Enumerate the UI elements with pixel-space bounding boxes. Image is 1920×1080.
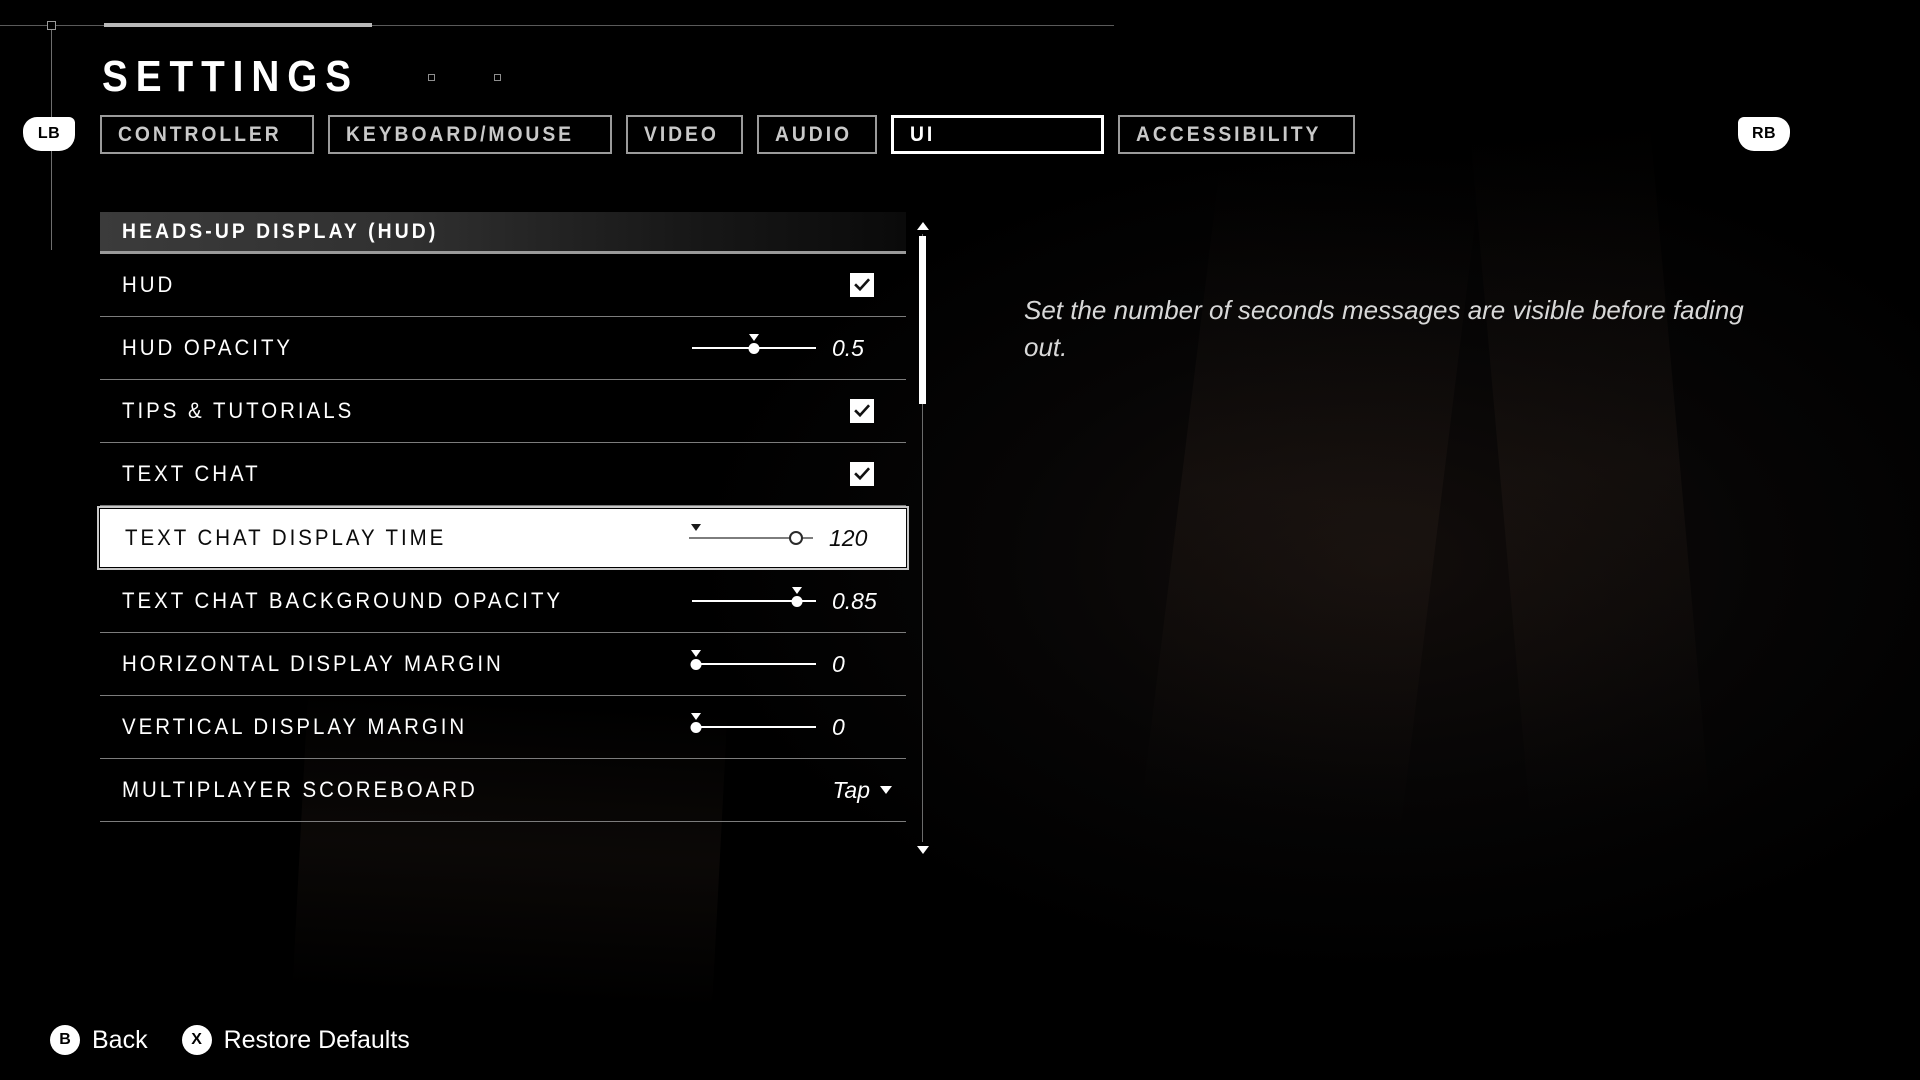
slider-value: 0 (832, 650, 845, 677)
tab-label: KEYBOARD/MOUSE (345, 122, 574, 146)
decorative-progress-line (104, 23, 372, 27)
scroll-down-arrow-icon[interactable] (917, 846, 929, 854)
scrollbar-thumb[interactable] (919, 236, 926, 404)
background-texture (1141, 166, 1479, 834)
checkbox-tips-tutorials[interactable] (850, 399, 874, 423)
tab-label: AUDIO (775, 122, 852, 146)
setting-row-label: TIPS & TUTORIALS (122, 398, 355, 423)
slider-knob[interactable] (791, 596, 803, 607)
bumper-left-button[interactable]: LB (23, 117, 75, 151)
setting-row-vertical-display-margin[interactable]: VERTICAL DISPLAY MARGIN 0 (100, 696, 906, 759)
decorative-node-marker (47, 21, 56, 30)
tab-label: CONTROLLER (118, 122, 282, 146)
slider-tick-indicator-icon (690, 713, 701, 720)
setting-row-control (850, 273, 896, 297)
decorative-square-icon (494, 74, 501, 81)
slider-horizontal-display-margin[interactable] (690, 650, 816, 677)
settings-rows: HUD HUD OPACITY 0.5 TIPS & TUTORIALS TEXT CH… (97, 254, 909, 822)
bumper-right-label: RB (1751, 125, 1777, 142)
footer-action-label: Back (92, 1025, 148, 1054)
setting-row-hud-opacity[interactable]: HUD OPACITY 0.5 (100, 317, 906, 380)
slider-tick-indicator-icon (691, 524, 702, 531)
setting-row-label: VERTICAL DISPLAY MARGIN (122, 714, 468, 739)
slider-tick-indicator-icon (690, 650, 701, 657)
setting-row-label: TEXT CHAT BACKGROUND OPACITY (122, 588, 564, 613)
tab-controller[interactable]: CONTROLLER (100, 115, 314, 154)
footer-action-back[interactable]: B Back (50, 1025, 148, 1055)
slider-text-chat-display-time[interactable] (689, 524, 813, 551)
setting-row-label: HORIZONTAL DISPLAY MARGIN (122, 651, 504, 676)
settings-list-panel: HEADS-UP DISPLAY (HUD) HUD HUD OPACITY 0.5… (97, 212, 909, 822)
checkbox-text-chat[interactable] (850, 462, 874, 486)
setting-row-hud[interactable]: HUD (100, 254, 906, 317)
dropdown-value: Tap (832, 776, 870, 803)
settings-scrollbar[interactable] (915, 222, 929, 854)
check-icon (854, 467, 871, 481)
slider-tick-indicator-icon (749, 334, 759, 341)
setting-row-control: 120 (689, 524, 893, 552)
slider-value: 0.5 (832, 334, 864, 361)
setting-row-label: TEXT CHAT DISPLAY TIME (125, 525, 447, 550)
footer-action-restore-defaults[interactable]: X Restore Defaults (181, 1025, 410, 1055)
tab-label: VIDEO (643, 122, 719, 146)
dropdown-multiplayer-scoreboard[interactable]: Tap (832, 777, 892, 804)
bumper-left-label: LB (37, 125, 61, 142)
tab-accessibility[interactable]: ACCESSIBILITY (1117, 115, 1356, 154)
slider-knob[interactable] (748, 343, 760, 354)
tab-label: ACCESSIBILITY (1135, 122, 1322, 146)
slider-knob[interactable] (690, 722, 702, 733)
setting-row-text-chat-background-opacity[interactable]: TEXT CHAT BACKGROUND OPACITY 0.85 (100, 570, 906, 633)
settings-tab-bar: CONTROLLER KEYBOARD/MOUSE VIDEO AUDIO UI ACCE… (100, 115, 1356, 154)
setting-row-label: HUD OPACITY (122, 335, 294, 360)
footer-actions: B Back X Restore Defaults (50, 1025, 410, 1055)
slider-hud-opacity[interactable] (692, 334, 816, 361)
check-icon (854, 404, 871, 418)
setting-row-control: 0 (690, 650, 896, 678)
setting-row-text-chat-display-time[interactable]: TEXT CHAT DISPLAY TIME 120 (97, 506, 909, 570)
slider-track[interactable] (692, 726, 816, 728)
tab-audio[interactable]: AUDIO (757, 115, 877, 154)
tab-label: UI (909, 122, 935, 146)
setting-row-label: MULTIPLAYER SCOREBOARD (122, 777, 478, 802)
tab-video[interactable]: VIDEO (625, 115, 744, 154)
slider-vertical-display-margin[interactable] (690, 713, 816, 740)
setting-row-control: 0.5 (692, 334, 896, 362)
setting-row-control (850, 462, 896, 486)
setting-row-multiplayer-scoreboard[interactable]: MULTIPLAYER SCOREBOARD Tap (100, 759, 906, 822)
setting-row-control: 0 (690, 713, 896, 741)
button-glyph-x-icon: X (181, 1025, 212, 1055)
button-glyph-b-icon: B (50, 1025, 80, 1055)
group-header-label: HEADS-UP DISPLAY (HUD) (122, 219, 439, 243)
bumper-right-button[interactable]: RB (1738, 117, 1790, 151)
footer-action-label: Restore Defaults (223, 1025, 410, 1054)
setting-row-tips-tutorials[interactable]: TIPS & TUTORIALS (100, 380, 906, 443)
page-title: SETTINGS (102, 52, 359, 101)
slider-text-chat-background-opacity[interactable] (692, 587, 816, 614)
check-icon (854, 278, 871, 292)
background-texture (1469, 113, 1711, 827)
slider-knob[interactable] (690, 659, 702, 670)
checkbox-hud[interactable] (850, 273, 874, 297)
setting-row-control (850, 399, 896, 423)
setting-row-label: TEXT CHAT (122, 461, 261, 486)
scroll-up-arrow-icon[interactable] (917, 222, 929, 230)
chevron-down-icon[interactable] (880, 786, 892, 794)
setting-row-control: 0.85 (692, 587, 896, 615)
slider-value: 0.85 (832, 587, 877, 614)
slider-track[interactable] (692, 663, 816, 665)
slider-tick-indicator-icon (792, 587, 803, 594)
group-header: HEADS-UP DISPLAY (HUD) (100, 212, 906, 254)
setting-row-label: HUD (122, 272, 176, 297)
decorative-square-icon (428, 74, 435, 81)
slider-value: 120 (829, 524, 868, 551)
settings-screen: SETTINGS LB RB CONTROLLER KEYBOARD/MOUSE V… (0, 0, 1920, 1080)
slider-knob[interactable] (788, 531, 803, 545)
setting-row-control: Tap (832, 777, 896, 804)
setting-row-text-chat[interactable]: TEXT CHAT (100, 443, 906, 506)
slider-value: 0 (832, 713, 845, 740)
tab-keyboard-mouse[interactable]: KEYBOARD/MOUSE (327, 115, 612, 154)
setting-description: Set the number of seconds messages are v… (1024, 295, 1744, 362)
setting-row-horizontal-display-margin[interactable]: HORIZONTAL DISPLAY MARGIN 0 (100, 633, 906, 696)
tab-ui[interactable]: UI (890, 115, 1104, 154)
